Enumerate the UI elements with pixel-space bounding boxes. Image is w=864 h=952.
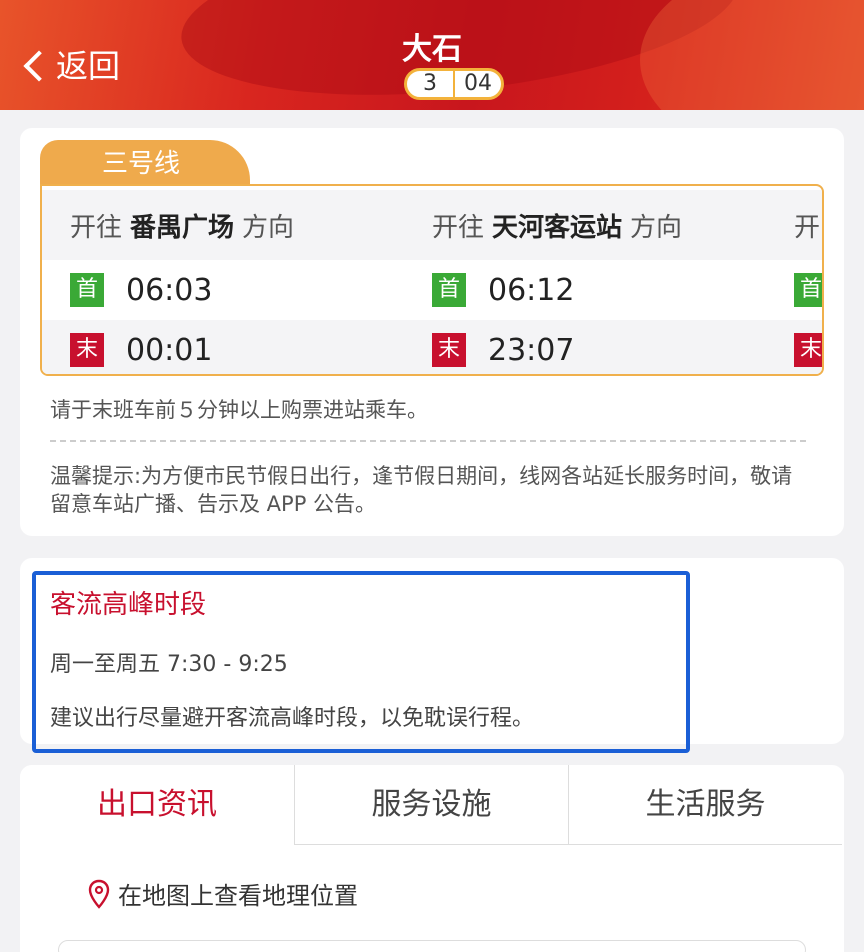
- tab-service-facilities[interactable]: 服务设施: [294, 765, 568, 845]
- divider: [50, 440, 806, 442]
- map-link[interactable]: 在地图上查看地理位置: [88, 876, 358, 911]
- first-train-time: 06:12: [488, 272, 575, 308]
- first-train-tag: 首: [432, 273, 466, 307]
- first-train-time: 06:03: [126, 272, 213, 308]
- holiday-tip: 温馨提示:为方便市民节假日出行，逢节假日期间，线网各站延长服务时间，敬请留意车站…: [50, 464, 793, 516]
- last-train-tag: 末: [70, 333, 104, 367]
- last-train-tag: 末: [432, 333, 466, 367]
- direction-2: 开往 天河客运站 方向: [432, 212, 683, 243]
- last-train-time: 00:01: [126, 332, 213, 368]
- ticket-note: 请于末班车前５分钟以上购票进站乘车。: [50, 398, 428, 422]
- last-train-tag: 末: [794, 333, 822, 367]
- peak-time: 周一至周五 7:30 - 9:25: [50, 652, 288, 677]
- peak-title: 客流高峰时段: [50, 590, 207, 620]
- direction-3: 开: [794, 212, 821, 243]
- station-code-badge: 3 04: [404, 68, 504, 100]
- first-train-row: 首 06:03 首 06:12 首: [42, 260, 822, 320]
- first-train-tag: 首: [794, 273, 822, 307]
- last-train-row: 末 00:01 末 23:07 末: [42, 320, 822, 374]
- schedule-table[interactable]: 开往 番禺广场 方向 开往 天河客运站 方向 开 首 06:03 首 06:12 首 末 00…: [40, 184, 824, 376]
- tab-life-services[interactable]: 生活服务: [568, 765, 842, 845]
- info-tabs: 出口资讯 服务设施 生活服务: [20, 765, 844, 845]
- page-title: 大石: [402, 32, 462, 67]
- last-train-time: 23:07: [488, 332, 575, 368]
- schedule-card: 三号线 开往 番禺广场 方向 开往 天河客运站 方向 开 首 06:03 首 06:12 首…: [20, 128, 844, 536]
- tab-exit-info[interactable]: 出口资讯: [20, 765, 294, 845]
- exit-list-container: [58, 940, 806, 952]
- line-number: 3: [407, 71, 455, 97]
- peak-advice: 建议出行尽量避开客流高峰时段，以免耽误行程。: [50, 706, 535, 731]
- map-link-label: 在地图上查看地理位置: [118, 882, 358, 910]
- direction-row: 开往 番禺广场 方向 开往 天河客运站 方向 开: [42, 190, 822, 260]
- direction-1: 开往 番禺广场 方向: [70, 212, 295, 243]
- line-tab[interactable]: 三号线: [40, 140, 250, 190]
- first-train-tag: 首: [70, 273, 104, 307]
- location-pin-icon: [88, 879, 110, 909]
- station-code: 04: [464, 71, 492, 96]
